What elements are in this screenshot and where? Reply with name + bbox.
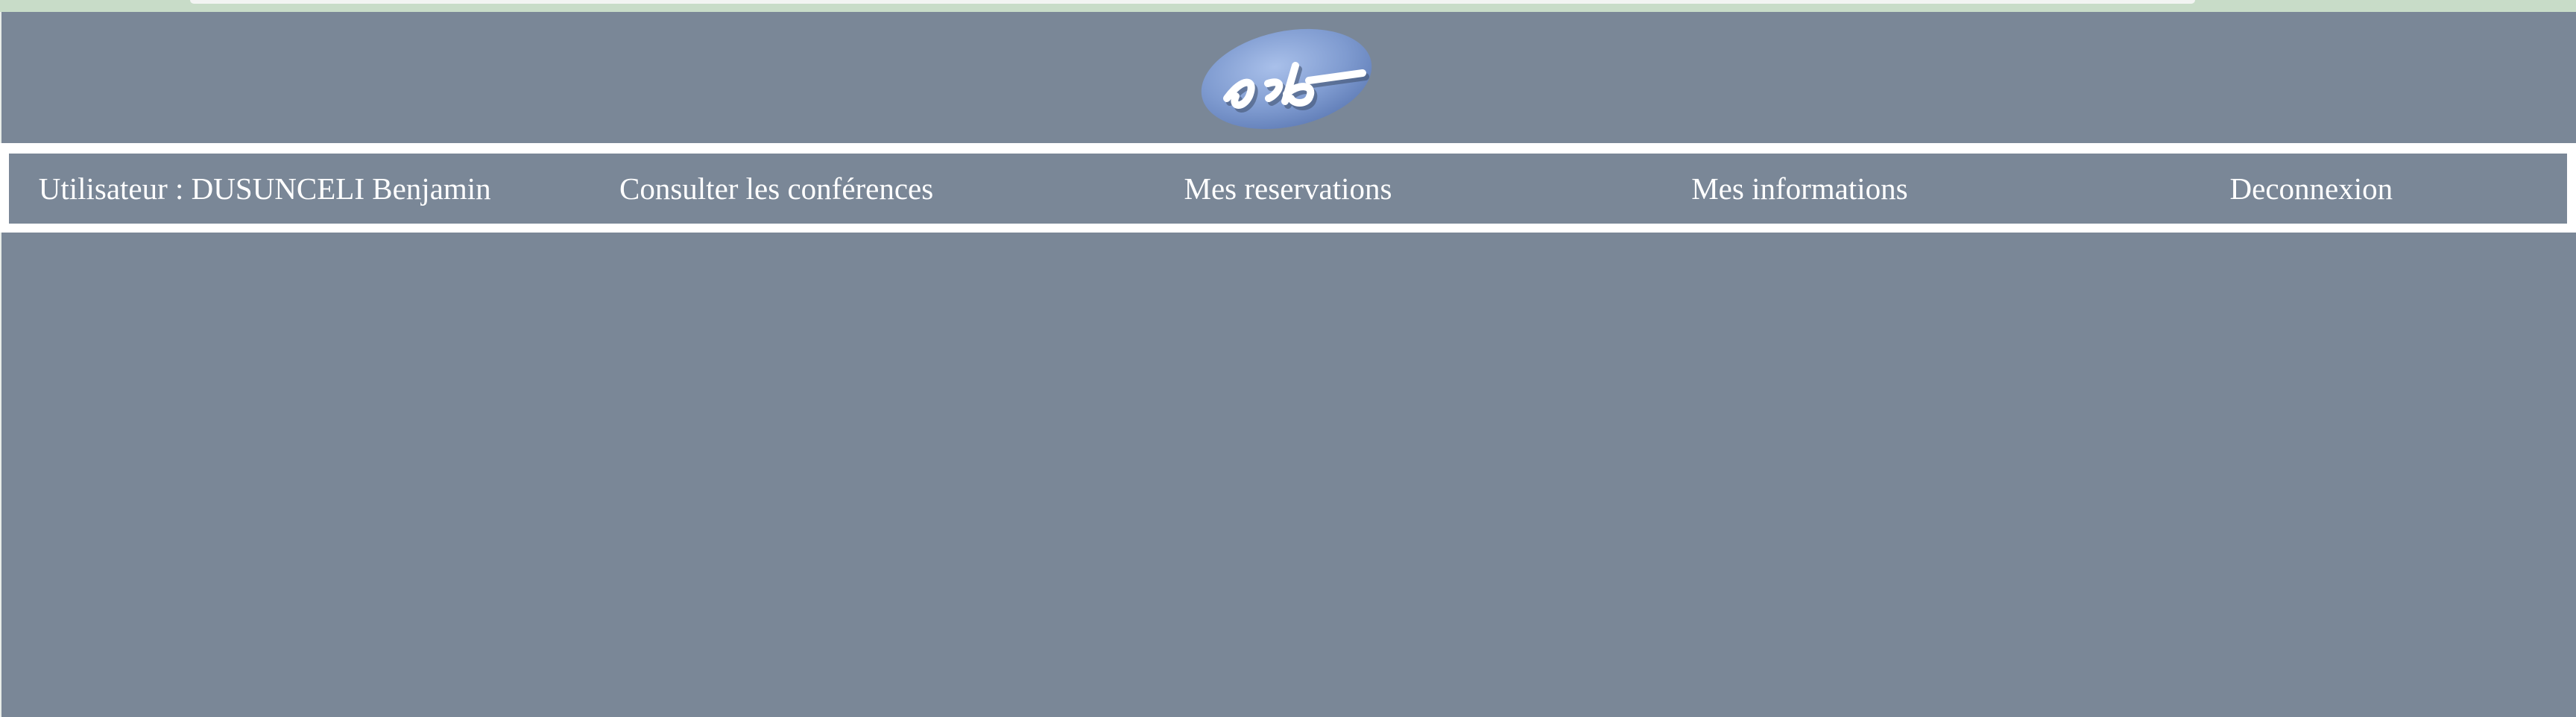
browser-top-strip	[0, 0, 2576, 12]
header-separator	[0, 143, 2576, 151]
browser-bar-edge	[190, 0, 2195, 4]
page: gsb Utilisateur : DUSUNCELI Benjamin Con…	[0, 0, 2576, 717]
site-header: gsb	[0, 12, 2576, 143]
nav-link-reservations[interactable]: Mes reservations	[1032, 154, 1544, 224]
gsb-logo: gsb	[1197, 25, 1379, 136]
main-content	[0, 233, 2576, 717]
main-nav: Utilisateur : DUSUNCELI Benjamin Consult…	[9, 154, 2567, 224]
nav-frame: Utilisateur : DUSUNCELI Benjamin Consult…	[0, 151, 2576, 233]
nav-link-informations[interactable]: Mes informations	[1544, 154, 2055, 224]
svg-text:gsb: gsb	[1197, 25, 1199, 26]
user-label: Utilisateur : DUSUNCELI Benjamin	[38, 171, 491, 206]
gsb-logo-image: gsb	[1197, 25, 1372, 130]
nav-link-conferences[interactable]: Consulter les conférences	[520, 154, 1032, 224]
nav-link-logout[interactable]: Deconnexion	[2056, 154, 2567, 224]
